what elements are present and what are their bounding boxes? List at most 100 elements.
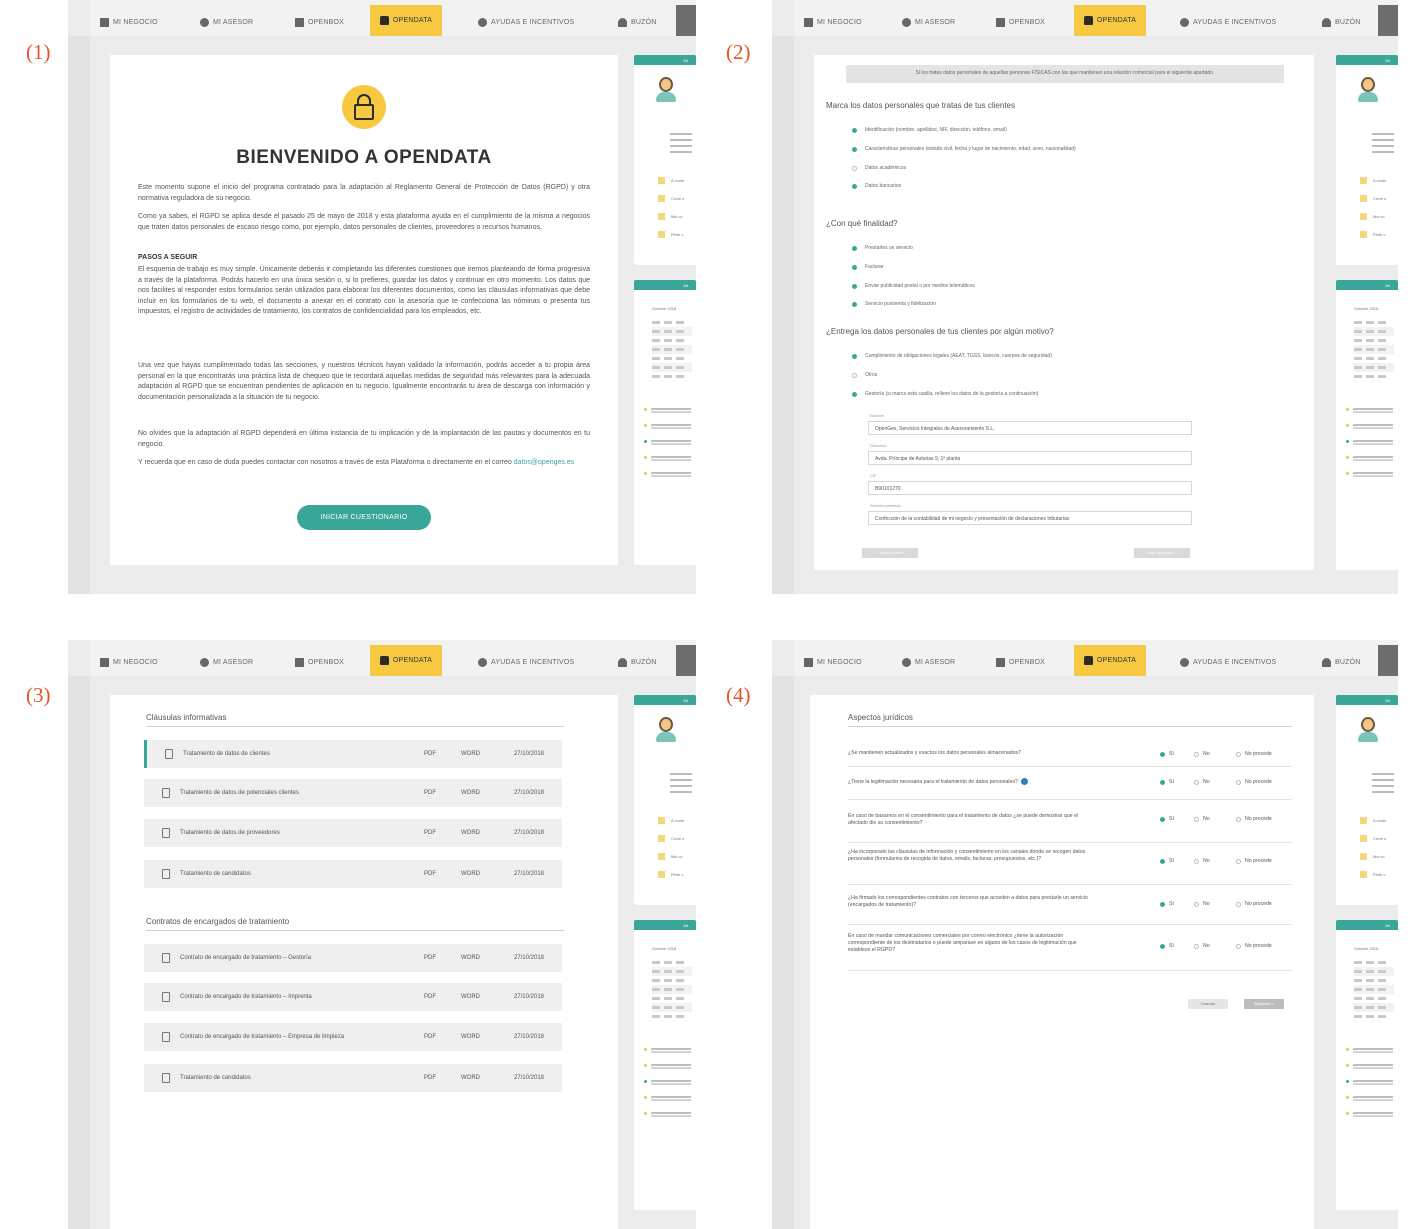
checkbox-option[interactable]: Enviar publicidad postal o por medios te… bbox=[852, 283, 975, 289]
list-item[interactable] bbox=[1346, 405, 1396, 411]
nav-mi-asesor[interactable]: MI ASESOR bbox=[902, 8, 955, 36]
word-link[interactable]: WORD bbox=[461, 830, 480, 836]
pdf-link[interactable]: PDF bbox=[424, 994, 436, 1000]
radio-not-applicable[interactable]: No procede bbox=[1236, 943, 1272, 949]
sidebar-item[interactable]: Crear u bbox=[658, 195, 684, 202]
list-item[interactable] bbox=[1346, 1061, 1396, 1067]
checkbox[interactable] bbox=[852, 391, 857, 397]
list-item[interactable] bbox=[644, 1093, 694, 1099]
sidebar-item[interactable]: Pedir c bbox=[1360, 871, 1385, 878]
nav-buzon[interactable]: BUZÓN bbox=[1322, 8, 1361, 36]
nav-openbox[interactable]: OPENBOX bbox=[295, 8, 344, 36]
nav-opendata[interactable]: OPENDATA bbox=[370, 5, 443, 36]
radio-not-applicable[interactable]: No procede bbox=[1236, 858, 1272, 864]
address-field[interactable]: Avda. Príncipe de Asturias 9, 1ª planta bbox=[868, 451, 1192, 465]
radio-no[interactable]: No bbox=[1194, 901, 1210, 907]
nav-opendata[interactable]: OPENDATA bbox=[370, 645, 443, 676]
nav-opendata[interactable]: OPENDATA bbox=[1074, 645, 1147, 676]
checkbox-option[interactable]: Datos académicos bbox=[852, 165, 906, 171]
nav-mi-asesor[interactable]: MI ASESOR bbox=[902, 648, 955, 676]
next-step-button[interactable]: Paso siguiente > bbox=[1134, 548, 1190, 558]
sidebar-item[interactable]: A conte bbox=[1360, 817, 1386, 824]
document-row[interactable]: Tratamiento de candidatos PDF WORD 27/10/20… bbox=[144, 1064, 562, 1092]
checkbox-option[interactable]: Identificación (nombre, apellidos, NIF, … bbox=[852, 127, 1007, 133]
mini-calendar[interactable] bbox=[652, 958, 692, 1021]
word-link[interactable]: WORD bbox=[461, 994, 480, 1000]
nav-mi-negocio[interactable]: MI NEGOCIO bbox=[804, 8, 862, 36]
sidebar-item[interactable]: A conte bbox=[1360, 177, 1386, 184]
nav-openbox[interactable]: OPENBOX bbox=[996, 8, 1045, 36]
radio-no[interactable]: No bbox=[1194, 943, 1210, 949]
pdf-link[interactable]: PDF bbox=[424, 751, 436, 757]
radio-not-applicable[interactable]: No procede bbox=[1236, 751, 1272, 757]
sidebar-item[interactable]: Pedir c bbox=[658, 231, 683, 238]
pdf-link[interactable]: PDF bbox=[424, 830, 436, 836]
user-menu-button[interactable] bbox=[1378, 645, 1398, 676]
sidebar-item[interactable]: Mis co bbox=[658, 853, 683, 860]
checkbox[interactable] bbox=[852, 301, 857, 307]
user-menu-button[interactable] bbox=[676, 5, 696, 36]
radio-yes[interactable]: Sí bbox=[1160, 901, 1174, 907]
nav-mi-negocio[interactable]: MI NEGOCIO bbox=[100, 8, 158, 36]
radio-no[interactable]: No bbox=[1194, 858, 1210, 864]
list-item[interactable] bbox=[644, 1061, 694, 1067]
checkbox-option[interactable]: Gestoría (si marca esta casilla, rellene… bbox=[852, 391, 1038, 397]
list-item[interactable] bbox=[644, 1045, 694, 1051]
list-item[interactable] bbox=[644, 1109, 694, 1115]
checkbox-option[interactable]: Servicio postventa y fidelización bbox=[852, 301, 936, 307]
document-row[interactable]: Tratamiento de candidatos PDF WORD 27/10/20… bbox=[144, 860, 562, 888]
nav-mi-negocio[interactable]: MI NEGOCIO bbox=[804, 648, 862, 676]
email-link[interactable]: datos@openges.es bbox=[514, 459, 574, 466]
list-item[interactable] bbox=[1346, 1077, 1396, 1083]
checkbox-option[interactable]: Cumplimiento de obligaciones legales (AE… bbox=[852, 353, 1052, 359]
nav-mi-asesor[interactable]: MI ASESOR bbox=[200, 8, 253, 36]
sidebar-item[interactable]: Pedir c bbox=[658, 871, 683, 878]
checkbox-option[interactable]: Prestarles un servicio bbox=[852, 245, 913, 251]
nav-opendata[interactable]: OPENDATA bbox=[1074, 5, 1147, 36]
list-item[interactable] bbox=[1346, 1109, 1396, 1115]
list-item[interactable] bbox=[1346, 1093, 1396, 1099]
radio-yes[interactable]: Sí bbox=[1160, 943, 1174, 949]
checkbox-option[interactable]: Características personales (estado civil… bbox=[852, 146, 1076, 152]
sidebar-item[interactable]: Crear u bbox=[1360, 195, 1386, 202]
sidebar-item[interactable]: Mis co bbox=[658, 213, 683, 220]
info-icon[interactable] bbox=[1020, 778, 1028, 785]
word-link[interactable]: WORD bbox=[461, 751, 480, 757]
previous-step-button[interactable]: < Paso anterior bbox=[862, 548, 918, 558]
radio-no[interactable]: No bbox=[1194, 779, 1210, 785]
word-link[interactable]: WORD bbox=[461, 790, 480, 796]
name-field[interactable]: OpenGes, Servicios Integrales de Asesora… bbox=[868, 421, 1192, 435]
list-item[interactable] bbox=[1346, 1045, 1396, 1051]
document-row[interactable]: Tratamiento de datos de proveedores PDF WO… bbox=[144, 819, 562, 847]
service-field[interactable]: Confección de la contabilidad de mi nego… bbox=[868, 511, 1192, 525]
pdf-link[interactable]: PDF bbox=[424, 1075, 436, 1081]
checkbox[interactable] bbox=[852, 372, 857, 378]
checkbox[interactable] bbox=[852, 353, 857, 359]
nav-ayudas[interactable]: AYUDAS E INCENTIVOS bbox=[478, 648, 574, 676]
document-row[interactable]: Contrato de encargado de tratamiento – E… bbox=[144, 1023, 562, 1051]
mini-calendar[interactable] bbox=[1354, 958, 1394, 1021]
checkbox[interactable] bbox=[852, 264, 857, 270]
pdf-link[interactable]: PDF bbox=[424, 790, 436, 796]
checkbox-option[interactable]: Datos bancarios bbox=[852, 183, 901, 189]
mini-calendar[interactable] bbox=[652, 318, 692, 381]
cif-field[interactable]: B90101270 bbox=[868, 481, 1192, 495]
user-menu-button[interactable] bbox=[676, 645, 696, 676]
word-link[interactable]: WORD bbox=[461, 871, 480, 877]
nav-ayudas[interactable]: AYUDAS E INCENTIVOS bbox=[478, 8, 574, 36]
mini-calendar[interactable] bbox=[1354, 318, 1394, 381]
word-link[interactable]: WORD bbox=[461, 1034, 480, 1040]
sidebar-item[interactable]: Crear u bbox=[658, 835, 684, 842]
nav-buzon[interactable]: BUZÓN bbox=[1322, 648, 1361, 676]
checkbox-option[interactable]: Facturar bbox=[852, 264, 884, 270]
list-item[interactable] bbox=[644, 421, 694, 427]
radio-no[interactable]: No bbox=[1194, 816, 1210, 822]
radio-not-applicable[interactable]: No procede bbox=[1236, 901, 1272, 907]
list-item[interactable] bbox=[644, 405, 694, 411]
checkbox[interactable] bbox=[852, 146, 857, 152]
sidebar-item[interactable]: Pedir c bbox=[1360, 231, 1385, 238]
nav-buzon[interactable]: BUZÓN bbox=[618, 648, 657, 676]
word-link[interactable]: WORD bbox=[461, 955, 480, 961]
sidebar-item[interactable]: A conte bbox=[658, 817, 684, 824]
user-menu-button[interactable] bbox=[1378, 5, 1398, 36]
